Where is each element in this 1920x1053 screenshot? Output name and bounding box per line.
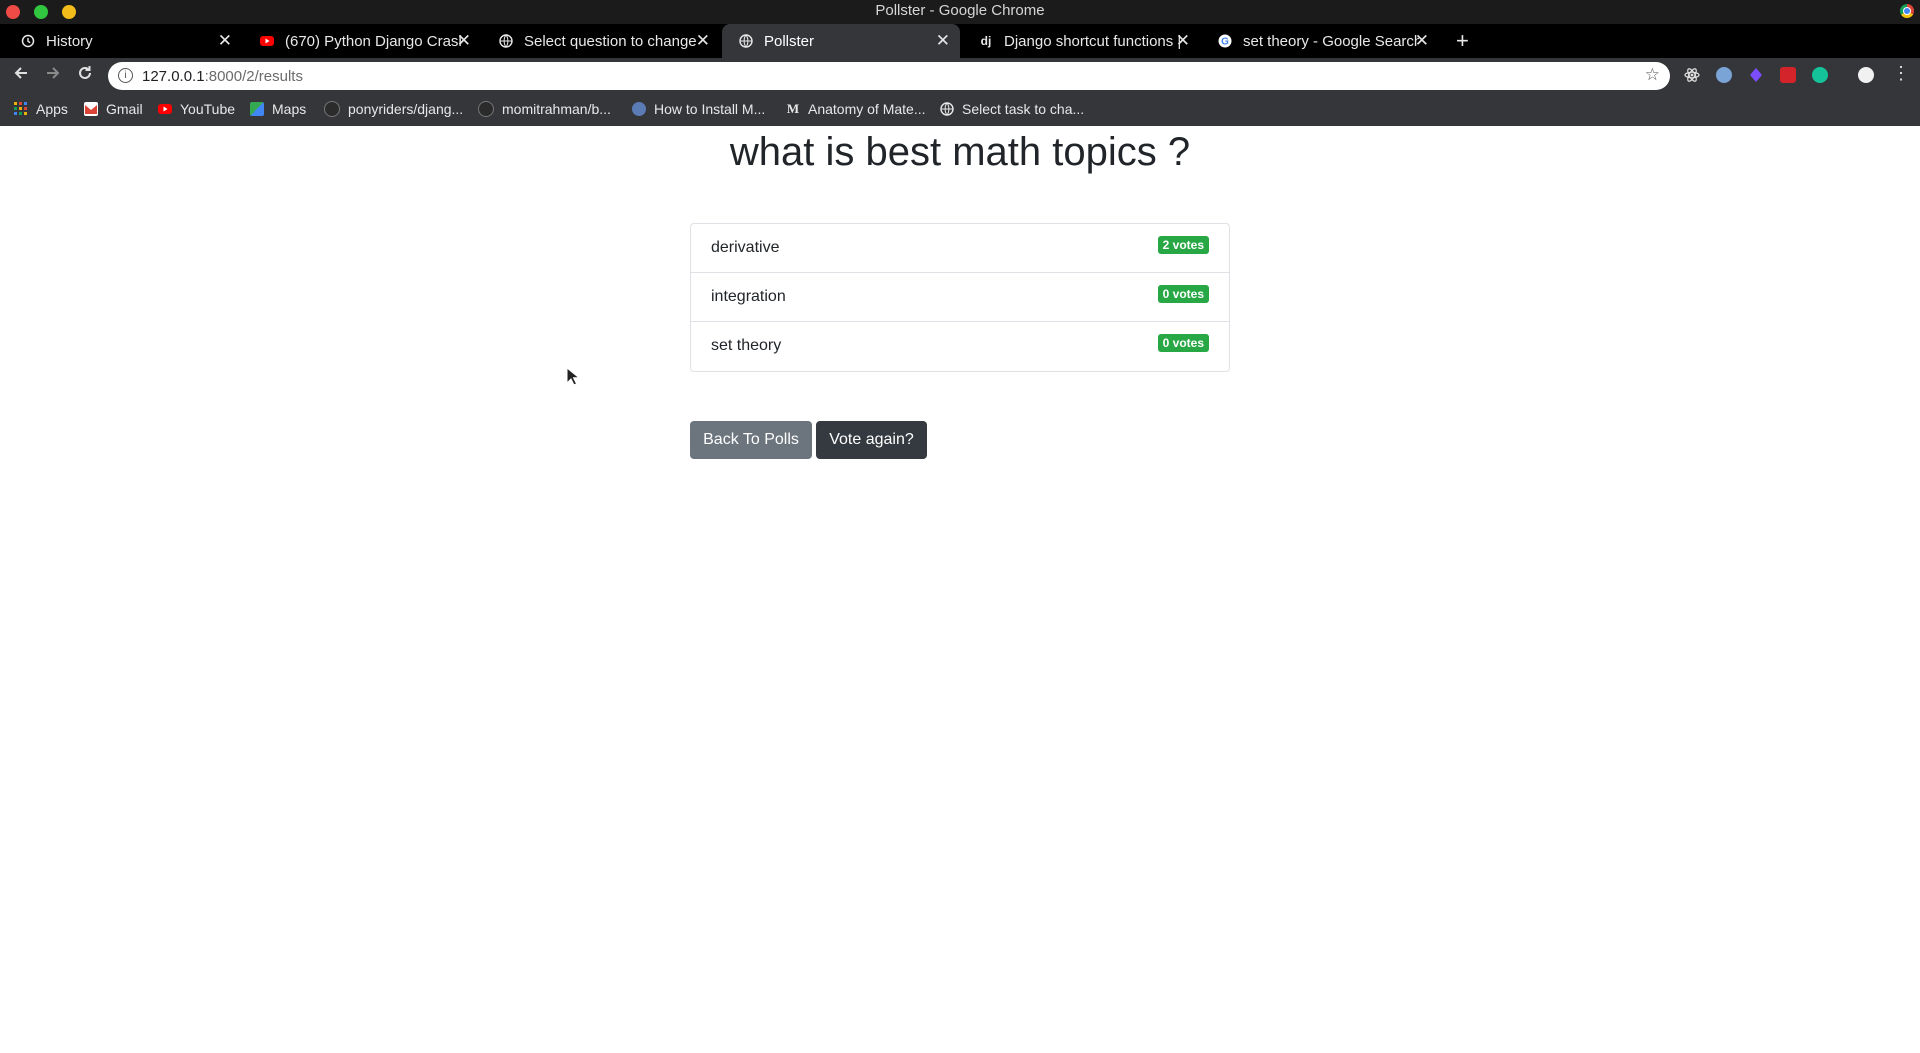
chrome-icon	[1900, 4, 1914, 18]
question-title: what is best math topics ?	[729, 130, 1191, 174]
address-bar[interactable]: i 127.0.0.1:8000/2/results ☆	[108, 62, 1670, 90]
choice-text: set theory	[711, 337, 782, 354]
profile-avatar[interactable]	[1858, 67, 1874, 83]
tab-google-search[interactable]: G set theory - Google Search ✕	[1201, 24, 1439, 58]
tab-title: set theory - Google Search	[1243, 32, 1419, 50]
bookmark-apps[interactable]: Apps	[14, 101, 68, 117]
page-content: what is best math topics ? derivative 2 …	[0, 126, 1920, 1053]
choice-text: integration	[711, 288, 786, 305]
results-list: derivative 2 votes integration 0 votes s…	[690, 223, 1230, 372]
bookmark-ponyriders[interactable]: ponyriders/djang...	[324, 101, 463, 117]
gmail-icon	[84, 102, 98, 116]
close-tab-icon[interactable]: ✕	[936, 31, 950, 51]
close-window-button[interactable]	[6, 5, 20, 19]
window-title: Pollster - Google Chrome	[875, 2, 1045, 19]
site-info-icon[interactable]: i	[118, 68, 133, 83]
list-item: integration 0 votes	[691, 273, 1229, 322]
youtube-icon	[158, 102, 172, 116]
tab-title: Select question to change | Pollster	[524, 32, 700, 50]
close-tab-icon[interactable]: ✕	[218, 31, 232, 51]
close-tab-icon[interactable]: ✕	[1415, 31, 1429, 51]
list-item: derivative 2 votes	[691, 224, 1229, 273]
reload-icon[interactable]	[76, 64, 94, 87]
globe-icon	[738, 33, 754, 49]
tab-title: Django shortcut functions | Django	[1004, 32, 1180, 50]
close-tab-icon[interactable]: ✕	[457, 31, 471, 51]
tab-title: (670) Python Django Crash Course	[285, 32, 461, 50]
new-tab-icon[interactable]: +	[1456, 24, 1469, 58]
votes-badge: 2 votes	[1157, 236, 1209, 254]
bookmarks-bar: Apps Gmail YouTube Maps ponyriders/djang…	[0, 92, 1920, 126]
votes-badge: 0 votes	[1157, 334, 1209, 352]
tab-pollster[interactable]: Pollster ✕	[722, 24, 960, 58]
red-extension-icon[interactable]	[1780, 67, 1796, 83]
tab-title: Pollster	[764, 32, 815, 50]
minimize-window-button[interactable]	[62, 5, 76, 19]
react-devtools-icon[interactable]	[1684, 67, 1700, 83]
bookmark-maps[interactable]: Maps	[250, 101, 306, 117]
menu-icon[interactable]: ⋮	[1892, 63, 1910, 84]
vote-again-button[interactable]: Vote again?	[816, 421, 927, 459]
github-icon	[324, 101, 340, 117]
close-tab-icon[interactable]: ✕	[1176, 31, 1190, 51]
site-icon	[632, 102, 646, 116]
tab-select-question[interactable]: Select question to change | Pollster ✕	[482, 24, 720, 58]
back-to-polls-button[interactable]: Back To Polls	[690, 421, 812, 459]
window-titlebar: Pollster - Google Chrome	[0, 0, 1920, 24]
tab-django-shortcuts[interactable]: dj Django shortcut functions | Django ✕	[962, 24, 1200, 58]
medium-icon: M	[786, 101, 800, 116]
tab-youtube[interactable]: (670) Python Django Crash Course ✕	[243, 24, 481, 58]
close-tab-icon[interactable]: ✕	[696, 31, 710, 51]
maximize-window-button[interactable]	[34, 5, 48, 19]
apps-grid-icon	[14, 102, 28, 116]
svg-text:G: G	[1221, 37, 1229, 48]
tab-history[interactable]: History ✕	[4, 24, 242, 58]
bookmark-momitrahman[interactable]: momitrahman/b...	[478, 101, 611, 117]
bookmark-how-to-install[interactable]: How to Install M...	[632, 101, 765, 117]
browser-toolbar: i 127.0.0.1:8000/2/results ☆ ⋮	[0, 58, 1920, 92]
bookmark-youtube[interactable]: YouTube	[158, 101, 235, 117]
votes-badge: 0 votes	[1157, 285, 1209, 303]
choice-text: derivative	[711, 239, 780, 256]
forward-icon[interactable]	[44, 64, 62, 87]
tab-title: History	[46, 32, 93, 50]
globe-icon	[498, 33, 514, 49]
url-text: 127.0.0.1:8000/2/results	[142, 68, 303, 85]
django-icon: dj	[980, 34, 992, 48]
history-icon	[20, 33, 36, 49]
youtube-icon	[259, 33, 275, 49]
back-icon[interactable]	[12, 64, 30, 87]
bookmark-star-icon[interactable]: ☆	[1645, 65, 1660, 85]
list-item: set theory 0 votes	[691, 322, 1229, 371]
maps-icon	[250, 102, 264, 116]
google-icon: G	[1217, 33, 1233, 49]
mouse-cursor-icon	[566, 366, 581, 392]
bookmark-anatomy[interactable]: M Anatomy of Mate...	[786, 101, 926, 117]
grammarly-icon[interactable]	[1812, 67, 1828, 83]
extension-icon[interactable]	[1716, 67, 1732, 83]
github-icon	[478, 101, 494, 117]
bookmark-select-task[interactable]: Select task to cha...	[940, 101, 1084, 117]
purple-extension-icon[interactable]	[1748, 67, 1764, 83]
tab-strip: History ✕ (670) Python Django Crash Cour…	[0, 24, 1920, 58]
globe-icon	[940, 102, 954, 116]
bookmark-gmail[interactable]: Gmail	[84, 101, 143, 117]
